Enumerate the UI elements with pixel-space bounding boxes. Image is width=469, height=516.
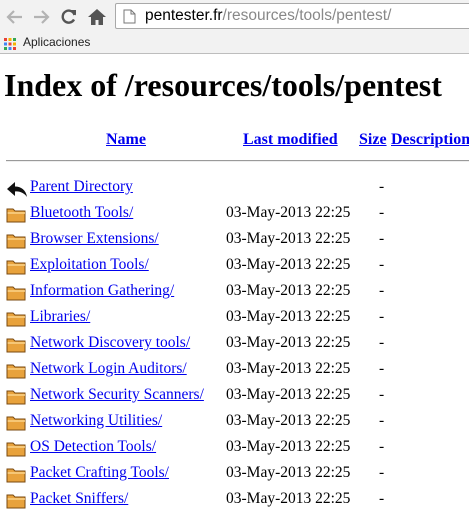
directory-link[interactable]: Exploitation Tools/ <box>30 256 149 274</box>
back-arrow-icon <box>7 182 27 197</box>
directory-link[interactable]: Network Discovery tools/ <box>30 334 190 352</box>
folder-icon <box>6 390 26 405</box>
size-value: - <box>379 256 385 273</box>
directory-row: Libraries/03-May-2013 22:25 - <box>0 308 469 334</box>
column-header-last-modified[interactable]: Last modified <box>243 131 338 149</box>
directory-link[interactable]: Network Login Auditors/ <box>30 360 187 378</box>
size-value: - <box>379 282 385 299</box>
last-modified-value: 03-May-2013 22:25 <box>226 386 351 403</box>
directory-row: Information Gathering/03-May-2013 22:25 - <box>0 282 469 308</box>
last-modified-value: 03-May-2013 22:25 <box>226 204 351 221</box>
home-button[interactable] <box>86 6 108 28</box>
last-modified-value: 03-May-2013 22:25 <box>226 438 351 455</box>
size-value: - <box>379 204 385 221</box>
size-value: - <box>379 308 385 325</box>
size-value: - <box>379 412 385 429</box>
size-value: - <box>379 334 385 351</box>
directory-row: Bluetooth Tools/03-May-2013 22:25 - <box>0 204 469 230</box>
directory-link[interactable]: Bluetooth Tools/ <box>30 204 133 222</box>
folder-icon <box>6 468 26 483</box>
address-bar[interactable]: pentester.fr/resources/tools/pentest/ <box>115 3 469 29</box>
back-button[interactable] <box>4 6 26 28</box>
url-host: pentester.fr <box>145 7 223 24</box>
directory-link[interactable]: Packet Sniffers/ <box>30 490 128 508</box>
folder-icon <box>6 208 26 223</box>
size-value: - <box>379 386 385 403</box>
directory-row: Network Discovery tools/03-May-2013 22:2… <box>0 334 469 360</box>
header-divider <box>6 160 469 162</box>
size-value: - <box>379 490 385 507</box>
last-modified-value: 03-May-2013 22:25 <box>226 464 351 481</box>
parent-directory-link[interactable]: Parent Directory <box>30 178 133 196</box>
last-modified-value: 03-May-2013 22:25 <box>226 412 351 429</box>
folder-icon <box>6 286 26 301</box>
folder-icon <box>6 416 26 431</box>
folder-icon <box>6 364 26 379</box>
directory-row: OS Detection Tools/03-May-2013 22:25 - <box>0 438 469 464</box>
directory-row: Networking Utilities/03-May-2013 22:25 - <box>0 412 469 438</box>
directory-link[interactable]: Libraries/ <box>30 308 90 326</box>
column-header-size[interactable]: Size <box>359 131 387 149</box>
forward-button[interactable] <box>30 6 52 28</box>
directory-row: Network Login Auditors/03-May-2013 22:25… <box>0 360 469 386</box>
last-modified-value: 03-May-2013 22:25 <box>226 334 351 351</box>
folder-icon <box>6 442 26 457</box>
last-modified-value: 03-May-2013 22:25 <box>226 282 351 299</box>
directory-link[interactable]: OS Detection Tools/ <box>30 438 156 456</box>
page-icon <box>123 9 136 24</box>
directory-row: Exploitation Tools/03-May-2013 22:25 - <box>0 256 469 282</box>
folder-icon <box>6 234 26 249</box>
size-value: - <box>379 360 385 377</box>
directory-row: Packet Sniffers/03-May-2013 22:25 - <box>0 490 469 516</box>
directory-row: Network Security Scanners/03-May-2013 22… <box>0 386 469 412</box>
last-modified-value: 03-May-2013 22:25 <box>226 360 351 377</box>
arrow-left-icon <box>6 10 22 24</box>
parent-directory-row: Parent Directory - <box>0 178 469 204</box>
folder-icon <box>6 338 26 353</box>
column-header-description[interactable]: Description <box>391 131 469 149</box>
directory-link[interactable]: Packet Crafting Tools/ <box>30 464 169 482</box>
bookmarks-bar: Aplicaciones <box>0 33 469 54</box>
size-value: - <box>379 438 385 455</box>
apps-grid-icon[interactable] <box>4 38 16 50</box>
directory-row: Packet Crafting Tools/03-May-2013 22:25 - <box>0 464 469 490</box>
last-modified-value: 03-May-2013 22:25 <box>226 256 351 273</box>
home-icon <box>88 9 106 25</box>
reload-icon <box>61 9 76 24</box>
last-modified-value: 03-May-2013 22:25 <box>226 308 351 325</box>
size-value: - <box>379 230 385 247</box>
reload-button[interactable] <box>58 6 80 28</box>
arrow-right-icon <box>34 10 50 24</box>
last-modified-value: 03-May-2013 22:25 <box>226 230 351 247</box>
apps-bookmark-label[interactable]: Aplicaciones <box>23 35 90 49</box>
size-value: - <box>379 178 385 195</box>
page-title: Index of /resources/tools/pentest <box>4 67 442 103</box>
directory-link[interactable]: Browser Extensions/ <box>30 230 159 248</box>
size-value: - <box>379 464 385 481</box>
folder-icon <box>6 260 26 275</box>
browser-toolbar: pentester.fr/resources/tools/pentest/ <box>0 0 469 33</box>
url-text[interactable]: pentester.fr/resources/tools/pentest/ <box>145 7 391 25</box>
directory-link[interactable]: Networking Utilities/ <box>30 412 162 430</box>
column-header-name[interactable]: Name <box>106 131 146 149</box>
directory-link[interactable]: Information Gathering/ <box>30 282 174 300</box>
url-path: /resources/tools/pentest/ <box>222 7 392 24</box>
folder-icon <box>6 494 26 509</box>
folder-icon <box>6 312 26 327</box>
directory-row: Browser Extensions/03-May-2013 22:25 - <box>0 230 469 256</box>
last-modified-value: 03-May-2013 22:25 <box>226 490 351 507</box>
directory-link[interactable]: Network Security Scanners/ <box>30 386 204 404</box>
